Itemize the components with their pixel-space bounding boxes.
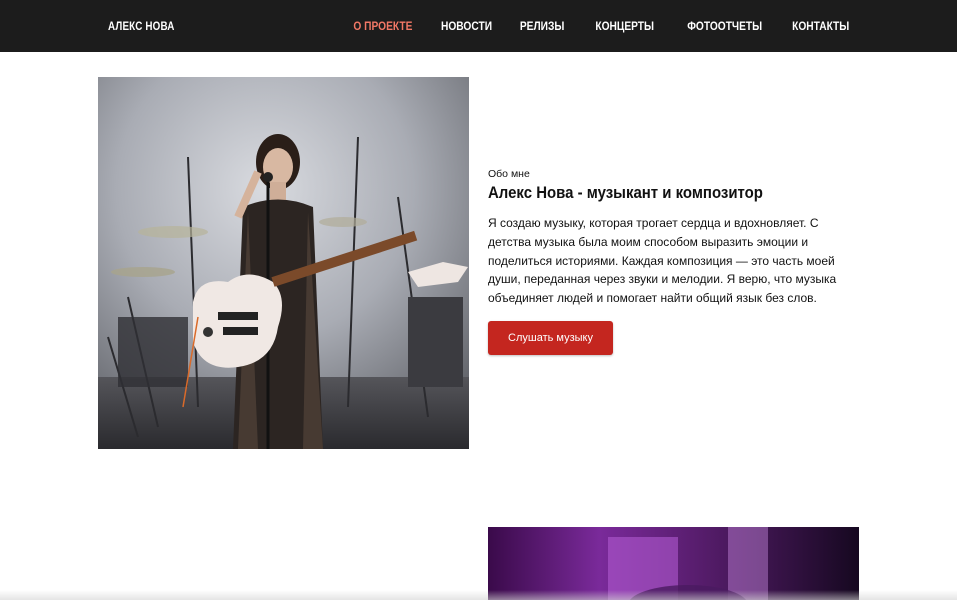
nav-item-photo-reports[interactable]: ФОТООТЧЕТЫ — [687, 19, 762, 33]
about-description: Я создаю музыку, которая трогает сердца … — [488, 216, 837, 306]
nav-item-concerts[interactable]: КОНЦЕРТЫ — [595, 19, 654, 33]
section-label: Обо мне — [488, 168, 530, 180]
site-header: АЛЕКС НОВА О ПРОЕКТЕ НОВОСТИ РЕЛИЗЫ КОНЦ… — [0, 0, 957, 52]
site-logo[interactable]: АЛЕКС НОВА — [108, 19, 175, 33]
artist-photo — [98, 77, 469, 449]
nav-item-about[interactable]: О ПРОЕКТЕ — [353, 19, 412, 33]
nav-item-news[interactable]: НОВОСТИ — [441, 19, 492, 33]
nav-item-releases[interactable]: РЕЛИЗЫ — [520, 19, 564, 33]
main-nav: О ПРОЕКТЕ НОВОСТИ РЕЛИЗЫ КОНЦЕРТЫ ФОТООТ… — [323, 19, 849, 33]
nav-item-contacts[interactable]: КОНТАКТЫ — [792, 19, 849, 33]
listen-music-button[interactable]: Слушать музыку — [488, 321, 613, 355]
second-photo — [488, 527, 859, 600]
section-title: Алекс Нова - музыкант и композитор — [488, 183, 763, 202]
